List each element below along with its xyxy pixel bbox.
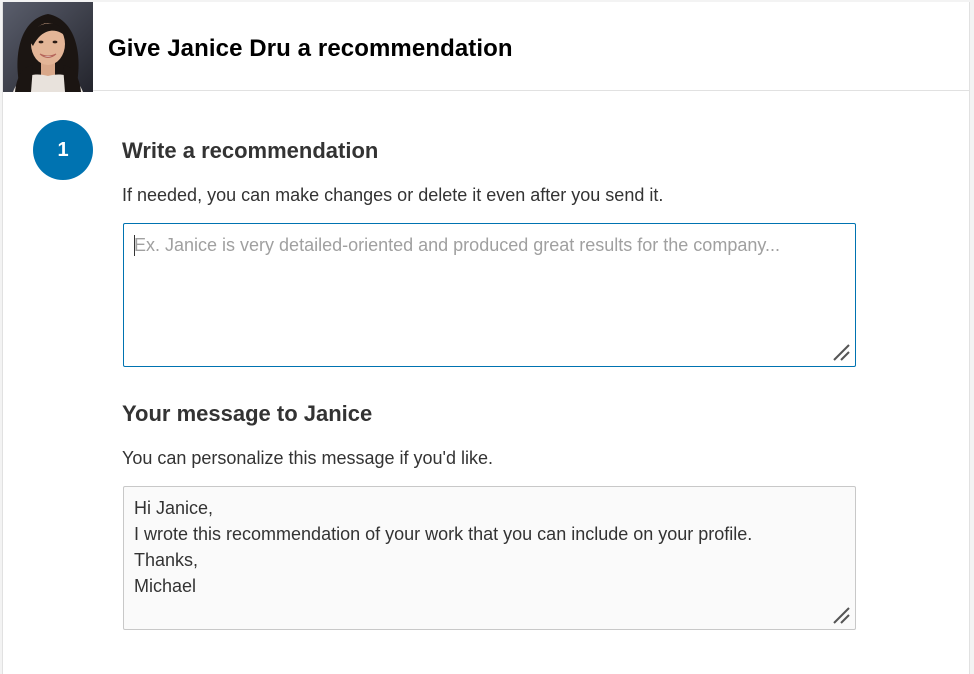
page-title: Give Janice Dru a recommendation bbox=[108, 35, 513, 62]
dialog-header: Give Janice Dru a recommendation bbox=[3, 2, 969, 92]
resize-handle-icon[interactable] bbox=[832, 606, 852, 626]
dialog: Give Janice Dru a recommendation 1 Write… bbox=[2, 2, 970, 674]
avatar bbox=[3, 2, 93, 92]
recommendation-textarea[interactable] bbox=[123, 223, 856, 367]
person-photo-icon bbox=[3, 2, 93, 92]
recommendation-subtitle: If needed, you can make changes or delet… bbox=[122, 185, 664, 205]
step-number-badge: 1 bbox=[33, 120, 93, 180]
recommendation-heading: Write a recommendation bbox=[122, 138, 379, 163]
message-heading: Your message to Janice bbox=[122, 401, 373, 426]
text-caret bbox=[134, 235, 135, 256]
resize-handle-icon[interactable] bbox=[832, 343, 852, 363]
message-subtitle: You can personalize this message if you'… bbox=[122, 448, 493, 468]
message-textarea[interactable]: Hi Janice, I wrote this recommendation o… bbox=[123, 486, 856, 630]
